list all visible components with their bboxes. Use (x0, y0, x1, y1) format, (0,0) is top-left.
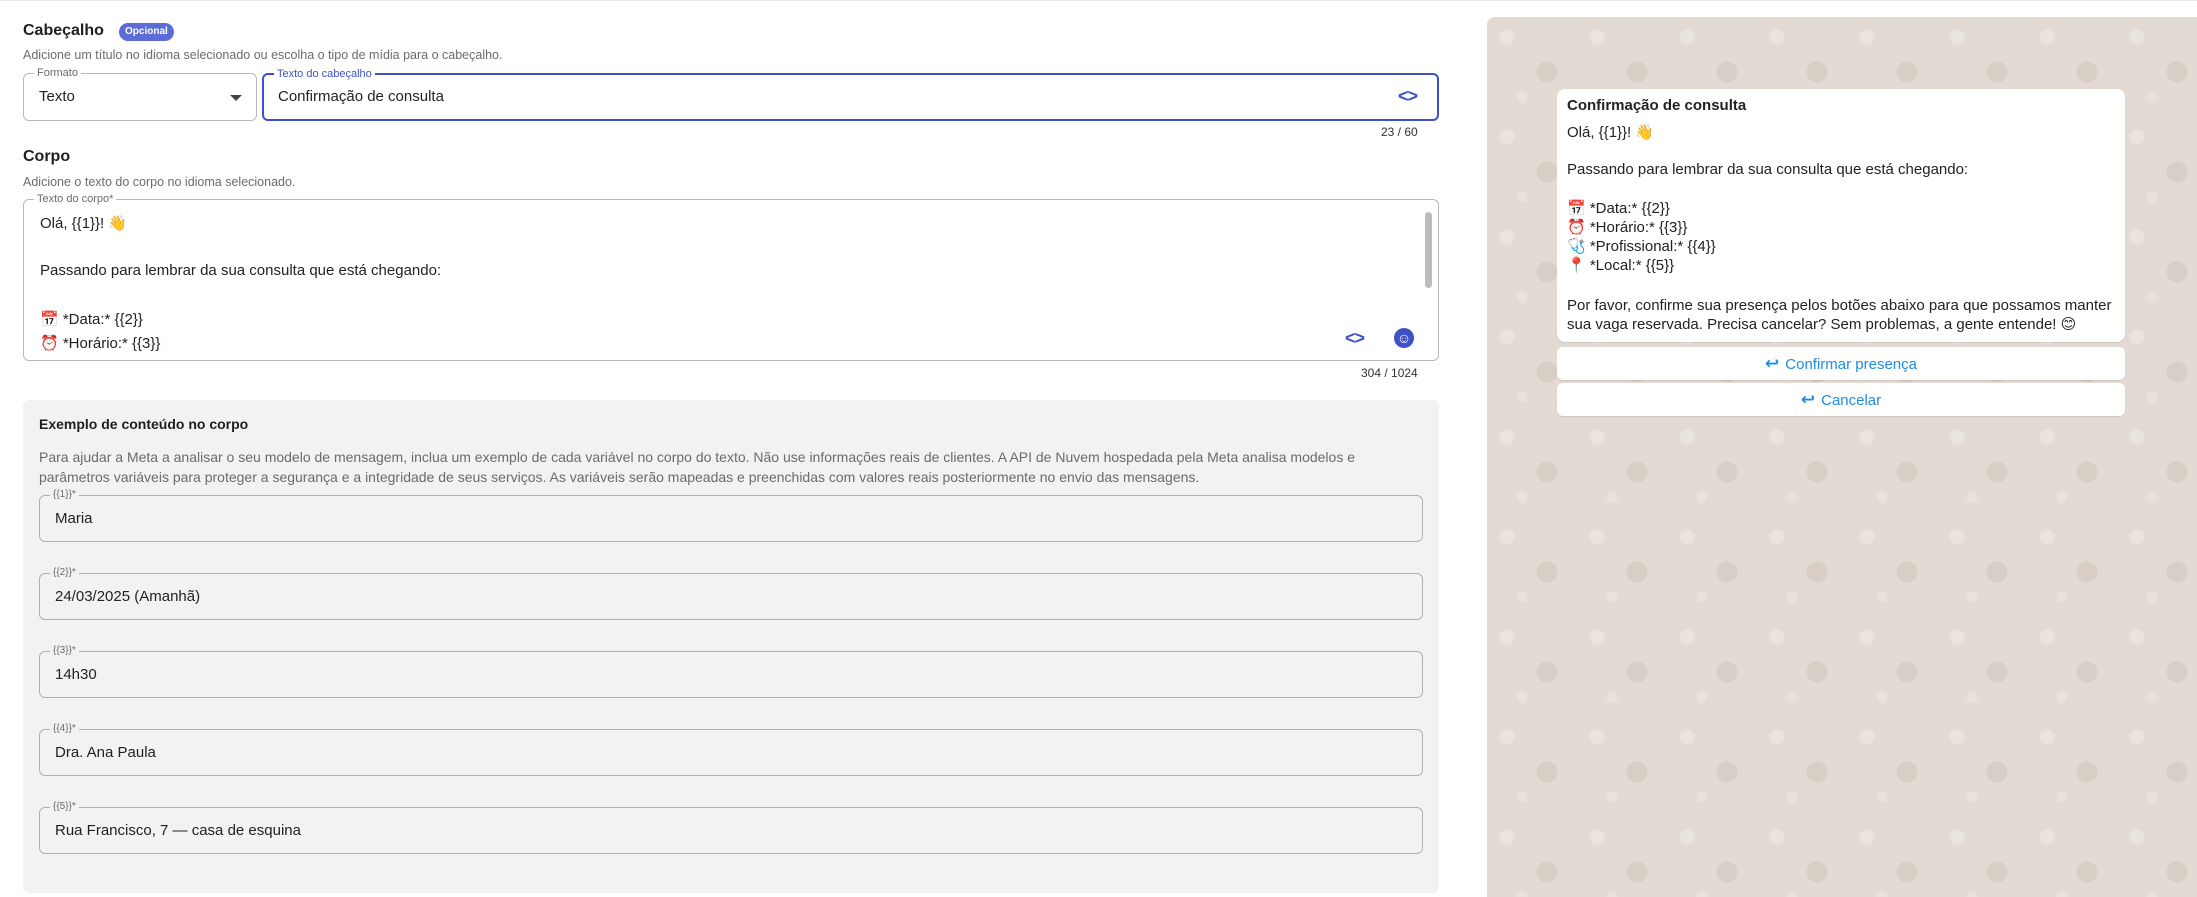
variable-4-label: {{4}}* (50, 722, 79, 736)
variable-1-label: {{1}}* (50, 488, 79, 502)
variable-1-value: Maria (55, 510, 93, 527)
emoji-smile-icon[interactable]: ☺ (1394, 328, 1414, 348)
whatsapp-preview: Confirmação de consulta Olá, {{1}}! 👋 Pa… (1487, 17, 2197, 897)
header-section-title: Cabeçalho (23, 22, 104, 39)
bubble-intro: Passando para lembrar da sua consulta qu… (1567, 161, 1969, 178)
header-text-value: Confirmação de consulta (278, 88, 444, 105)
variable-3-label: {{3}}* (50, 644, 79, 658)
bubble-title: Confirmação de consulta (1567, 97, 1747, 114)
body-example-panel: Exemplo de conteúdo no corpo Para ajudar… (23, 400, 1439, 893)
bubble-detail-professional: 🩺 *Profissional:* {{4}} (1567, 238, 1716, 255)
bubble-detail-date: 📅 *Data:* {{2}} (1567, 200, 1670, 217)
example-title: Exemplo de conteúdo no corpo (39, 416, 249, 432)
variable-4-value: Dra. Ana Paula (55, 744, 156, 761)
variable-5-value: Rua Francisco, 7 — casa de esquina (55, 822, 301, 839)
variable-2-field[interactable]: {{2}}* 24/03/2025 (Amanhã) (39, 566, 1423, 620)
cancel-label: Cancelar (1821, 392, 1882, 409)
cancel-button[interactable]: ↩ Cancelar (1557, 383, 2125, 416)
variable-3-field[interactable]: {{3}}* 14h30 (39, 644, 1423, 698)
body-scrollbar[interactable] (1425, 212, 1432, 288)
body-section-title: Corpo (23, 148, 71, 165)
variable-4-field[interactable]: {{4}}* Dra. Ana Paula (39, 722, 1423, 776)
body-line-time: ⏰ *Horário:* {{3}} (40, 335, 161, 352)
header-text-label: Texto do cabeçalho (274, 67, 375, 81)
message-bubble: Confirmação de consulta Olá, {{1}}! 👋 Pa… (1557, 89, 2125, 342)
bubble-closing: Por favor, confirme sua presença pelos b… (1567, 297, 2112, 333)
example-description: Para ajudar a Meta a analisar o seu mode… (39, 449, 1355, 485)
optional-badge: Opcional (119, 23, 174, 41)
template-form: Cabeçalho Opcional Adicione um título no… (0, 0, 1460, 897)
bubble-detail-location: 📍 *Local:* {{5}} (1567, 257, 1675, 274)
body-line-greeting: Olá, {{1}}! 👋 (40, 215, 128, 232)
format-select-value: Texto (39, 88, 75, 105)
confirm-presence-label: Confirmar presença (1785, 356, 1917, 373)
variable-3-value: 14h30 (55, 666, 97, 683)
format-select[interactable]: Formato Texto (23, 66, 257, 121)
body-line-intro: Passando para lembrar da sua consulta qu… (40, 262, 442, 279)
format-select-label: Formato (34, 66, 81, 80)
confirm-presence-button[interactable]: ↩ Confirmar presença (1557, 347, 2125, 380)
variable-5-field[interactable]: {{5}}* Rua Francisco, 7 — casa de esquin… (39, 800, 1423, 854)
caret-down-icon (230, 95, 242, 101)
code-brackets-icon[interactable]: <> (1398, 86, 1418, 107)
variable-1-field[interactable]: {{1}}* Maria (39, 488, 1423, 542)
body-char-counter: 304 / 1024 (1361, 366, 1418, 380)
reply-arrow-icon: ↩ (1800, 390, 1816, 409)
variable-2-value: 24/03/2025 (Amanhã) (55, 588, 201, 605)
bubble-detail-time: ⏰ *Horário:* {{3}} (1567, 219, 1688, 236)
reply-arrow-icon: ↩ (1765, 354, 1780, 373)
body-line-date: 📅 *Data:* {{2}} (40, 311, 143, 328)
header-section-subtitle: Adicione um título no idioma selecionado… (23, 48, 503, 62)
body-section-subtitle: Adicione o texto do corpo no idioma sele… (23, 175, 296, 189)
variable-2-label: {{2}}* (50, 566, 79, 580)
body-text-label: Texto do corpo* (34, 192, 117, 206)
header-char-counter: 23 / 60 (1381, 125, 1418, 139)
variable-5-label: {{5}}* (50, 800, 79, 814)
code-brackets-icon[interactable]: <> (1345, 328, 1365, 349)
header-text-field[interactable]: Texto do cabeçalho Confirmação de consul… (262, 67, 1439, 121)
body-text-area[interactable]: Texto do corpo* Olá, {{1}}! 👋 Passando p… (23, 192, 1439, 361)
bubble-greeting: Olá, {{1}}! 👋 (1567, 124, 1655, 141)
